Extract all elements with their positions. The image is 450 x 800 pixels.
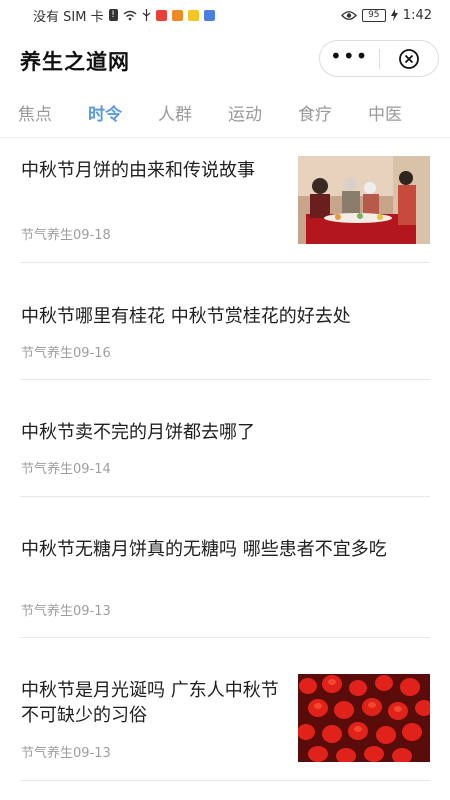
education-app-icon <box>203 9 215 21</box>
usb-icon <box>142 9 150 21</box>
video-app-icon <box>171 9 183 21</box>
list-item[interactable]: 中秋节无糖月饼真的无糖吗 哪些患者不宜多吃 节气养生09-13 <box>20 497 430 638</box>
list-item[interactable]: 中秋节卖不完的月饼都去哪了 节气养生09-14 <box>20 380 430 497</box>
article-meta: 节气养生09-18 <box>21 228 111 243</box>
carrier-label: 没有 SIM 卡 <box>33 9 104 25</box>
clock: 1:42 <box>402 7 432 23</box>
tab-people[interactable]: 人群 <box>140 100 210 125</box>
list-item[interactable]: 中秋节月饼的由来和传说故事 节气养生09-18 <box>20 138 430 263</box>
article-title: 中秋节月饼的由来和传说故事 <box>21 160 255 181</box>
app-notification-icon <box>155 9 167 21</box>
tab-chinese-medicine[interactable]: 中医 <box>350 100 420 125</box>
page-title: 养生之道网 <box>20 50 130 74</box>
article-meta: 节气养生09-13 <box>21 604 111 619</box>
article-meta: 节气养生09-14 <box>21 462 111 477</box>
article-title: 中秋节卖不完的月饼都去哪了 <box>21 422 255 443</box>
article-list: 中秋节月饼的由来和传说故事 节气养生09-18 中秋节哪里有桂花 中秋节赏桂花的… <box>0 138 450 781</box>
mini-program-capsule: ••• <box>319 40 439 77</box>
status-bar: 没有 SIM 卡 ! 95 1:42 <box>0 0 450 30</box>
close-button[interactable] <box>380 41 439 76</box>
wifi-icon <box>123 10 137 20</box>
close-icon <box>398 48 419 69</box>
article-meta: 节气养生09-13 <box>21 746 111 761</box>
category-tabs: 焦点 时令 人群 运动 食疗 中医 <box>0 88 450 138</box>
article-title: 中秋节是月光诞吗 广东人中秋节不可缺少的习俗 <box>21 680 279 726</box>
tab-seasonal[interactable]: 时令 <box>70 100 140 125</box>
game-app-icon <box>187 9 199 21</box>
tab-diet-therapy[interactable]: 食疗 <box>280 100 350 125</box>
more-button[interactable]: ••• <box>320 41 379 76</box>
app-header: 养生之道网 ••• <box>0 30 450 88</box>
red-lanterns-image <box>298 674 430 762</box>
article-title: 中秋节哪里有桂花 中秋节赏桂花的好去处 <box>21 306 351 327</box>
family-dinner-image <box>298 156 430 244</box>
article-meta: 节气养生09-16 <box>21 346 111 361</box>
tab-focus[interactable]: 焦点 <box>0 100 70 125</box>
sim-alert-icon: ! <box>108 9 118 21</box>
battery-icon: 95 <box>361 8 386 22</box>
tab-exercise[interactable]: 运动 <box>210 100 280 125</box>
article-title: 中秋节无糖月饼真的无糖吗 哪些患者不宜多吃 <box>21 539 387 560</box>
charging-icon <box>390 9 398 21</box>
more-icon: ••• <box>330 43 369 68</box>
list-item[interactable]: 中秋节是月光诞吗 广东人中秋节不可缺少的习俗 节气养生09-13 <box>20 638 430 781</box>
list-item[interactable]: 中秋节哪里有桂花 中秋节赏桂花的好去处 节气养生09-16 <box>20 263 430 380</box>
eye-icon <box>340 10 357 20</box>
